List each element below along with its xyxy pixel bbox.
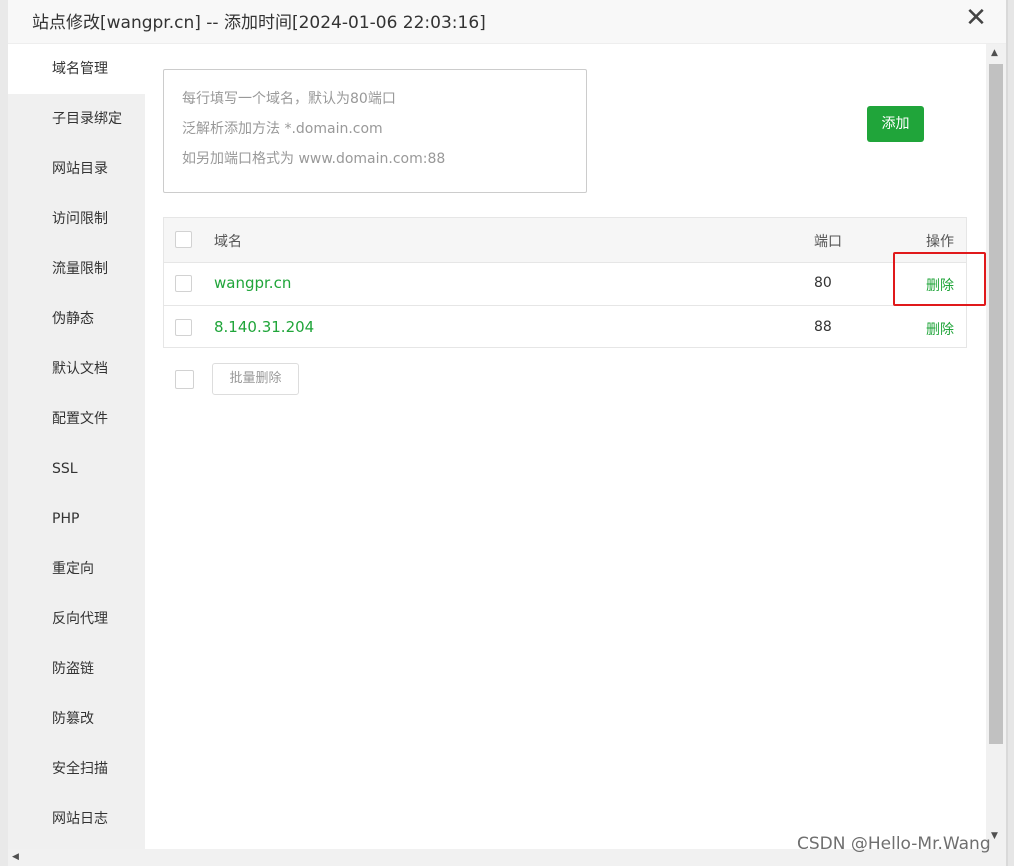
domain-input-placeholder-line: 每行填写一个域名，默认为80端口 <box>182 91 396 107</box>
table-row: 8.140.31.204 88 删除 <box>164 306 966 349</box>
site-edit-dialog: 站点修改[wangpr.cn] -- 添加时间[2024-01-06 22:03… <box>8 0 1006 866</box>
sidebar-item-security-scan[interactable]: 安全扫描 <box>8 744 145 794</box>
port-value: 88 <box>814 319 832 335</box>
sidebar-item-tamper-protection[interactable]: 防篡改 <box>8 694 145 744</box>
background-page-right <box>1008 0 1014 866</box>
scroll-left-icon[interactable]: ◀ <box>12 852 19 862</box>
sidebar-item-reverse-proxy[interactable]: 反向代理 <box>8 594 145 644</box>
domain-table: 域名 端口 操作 wangpr.cn 80 删除 8.140.31.204 88… <box>163 217 967 348</box>
table-header: 域名 端口 操作 <box>164 218 966 263</box>
table-row: wangpr.cn 80 删除 <box>164 262 966 306</box>
sidebar-item-traffic-limit[interactable]: 流量限制 <box>8 244 145 294</box>
domain-link[interactable]: wangpr.cn <box>214 274 291 292</box>
add-button[interactable]: 添加 <box>867 106 924 142</box>
domain-input[interactable]: 每行填写一个域名，默认为80端口 泛解析添加方法 *.domain.com 如另… <box>163 69 587 193</box>
row-checkbox[interactable] <box>175 275 192 292</box>
vertical-scrollbar[interactable]: ▲ ▼ <box>986 44 1006 849</box>
domain-input-placeholder-line: 如另加端口格式为 www.domain.com:88 <box>182 151 446 167</box>
domain-link[interactable]: 8.140.31.204 <box>214 318 314 336</box>
column-header-action: 操作 <box>926 234 954 250</box>
close-icon[interactable]: ✕ <box>964 5 988 31</box>
watermark: CSDN @Hello-Mr.Wang <box>797 834 991 854</box>
select-all-checkbox[interactable] <box>175 231 192 248</box>
sidebar-item-php[interactable]: PHP <box>8 494 145 544</box>
sidebar-item-hotlink-protection[interactable]: 防盗链 <box>8 644 145 694</box>
background-page-left <box>0 0 8 866</box>
sidebar-item-site-logs[interactable]: 网站日志 <box>8 794 145 844</box>
dialog-title: 站点修改[wangpr.cn] -- 添加时间[2024-01-06 22:03… <box>32 13 486 33</box>
sidebar-item-redirect[interactable]: 重定向 <box>8 544 145 594</box>
sidebar-item-site-directory[interactable]: 网站目录 <box>8 144 145 194</box>
sidebar-item-access-restriction[interactable]: 访问限制 <box>8 194 145 244</box>
bulk-delete-button[interactable]: 批量删除 <box>212 363 299 395</box>
port-value: 80 <box>814 275 832 291</box>
delete-link[interactable]: 删除 <box>926 319 954 339</box>
bulk-select-checkbox[interactable] <box>175 370 194 389</box>
scroll-down-icon[interactable]: ▼ <box>991 831 998 841</box>
scrollbar-thumb[interactable] <box>989 64 1003 744</box>
sidebar-item-domain-management[interactable]: 域名管理 <box>8 44 145 94</box>
dialog-header: 站点修改[wangpr.cn] -- 添加时间[2024-01-06 22:03… <box>8 0 1006 44</box>
sidebar: 域名管理 子目录绑定 网站目录 访问限制 流量限制 伪静态 默认文档 配置文件 … <box>8 44 145 849</box>
sidebar-item-config-file[interactable]: 配置文件 <box>8 394 145 444</box>
sidebar-item-subdirectory-binding[interactable]: 子目录绑定 <box>8 94 145 144</box>
sidebar-item-ssl[interactable]: SSL <box>8 444 145 494</box>
row-checkbox[interactable] <box>175 319 192 336</box>
annotation-highlight-box <box>893 252 986 306</box>
column-header-port: 端口 <box>814 234 842 250</box>
scroll-up-icon[interactable]: ▲ <box>991 48 998 58</box>
sidebar-item-default-document[interactable]: 默认文档 <box>8 344 145 394</box>
domain-input-placeholder-line: 泛解析添加方法 *.domain.com <box>182 121 383 137</box>
sidebar-item-rewrite[interactable]: 伪静态 <box>8 294 145 344</box>
column-header-domain: 域名 <box>214 234 242 250</box>
